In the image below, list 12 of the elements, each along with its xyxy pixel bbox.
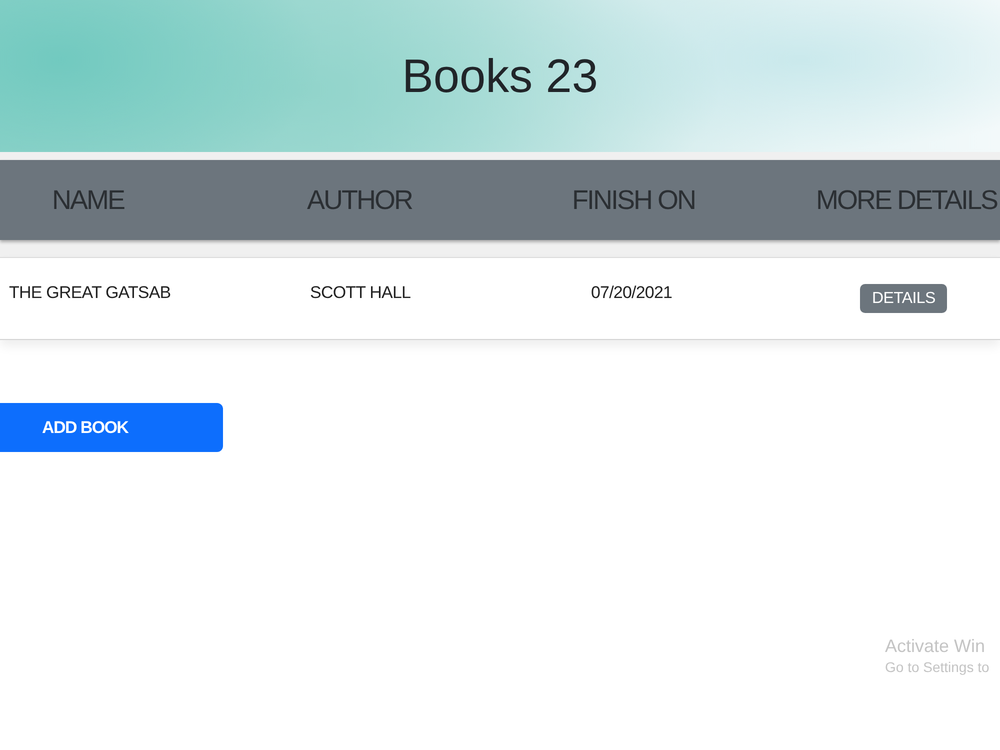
activation-notice-title: Activate Win — [885, 635, 986, 657]
activation-notice-text: Go to Settings to — [885, 658, 990, 677]
add-book-button[interactable]: ADD BOOK — [0, 403, 223, 452]
table-cell: 07/20/2021 — [591, 283, 672, 303]
table-cell: SCOTT HALL — [310, 283, 411, 303]
details-button[interactable]: DETAILS — [860, 284, 948, 313]
column-header: MORE DETAILS — [815, 184, 998, 217]
column-header: NAME — [51, 184, 124, 217]
column-header: AUTHOR — [306, 184, 412, 217]
column-header: FINISH ON — [571, 184, 696, 217]
table-cell: THE GREAT GATSAB — [9, 283, 171, 303]
page-title: Books 23 — [402, 50, 598, 102]
